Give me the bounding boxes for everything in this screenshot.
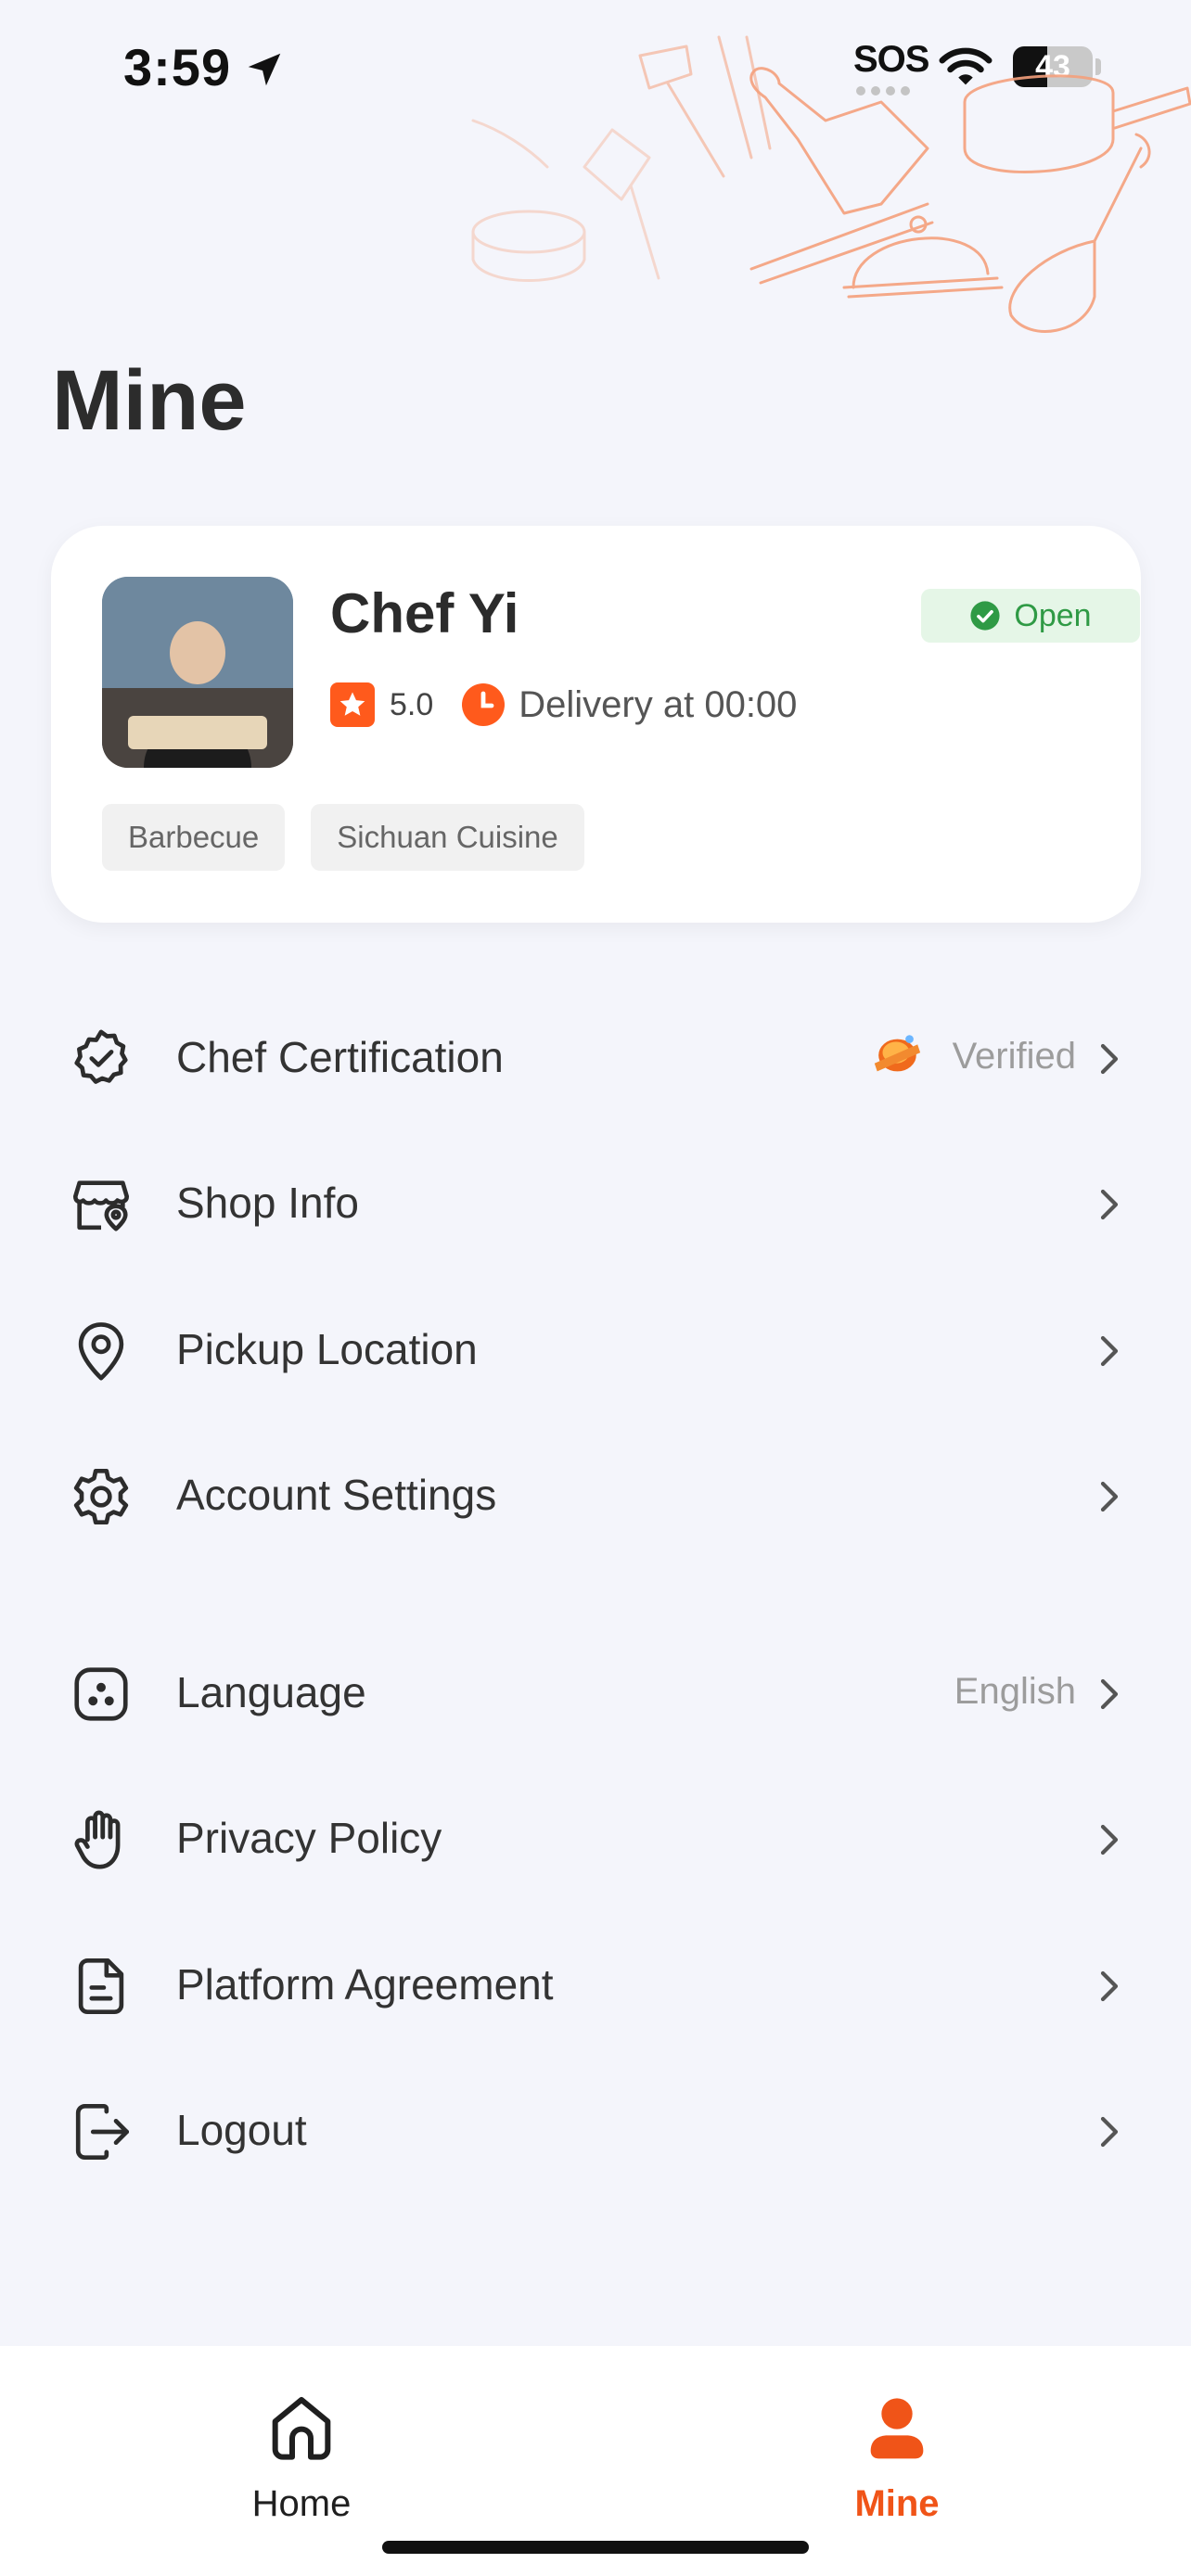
menu-label: Privacy Policy — [176, 1814, 442, 1862]
menu-item-shop-info[interactable]: Shop Info — [0, 1144, 1191, 1265]
menu-item-chef-certification[interactable]: Chef Certification Verified — [0, 999, 1191, 1119]
page-title: Mine — [52, 353, 247, 448]
menu-item-logout[interactable]: Logout — [0, 2072, 1191, 2192]
clock-icon — [462, 683, 506, 726]
menu-label: Pickup Location — [176, 1325, 478, 1373]
chevron-right-icon — [1100, 1970, 1119, 2002]
menu-label: Platform Agreement — [176, 1960, 554, 2009]
tab-mine[interactable]: Mine — [786, 2346, 1008, 2531]
status-time: 3:59 — [123, 38, 232, 96]
avatar[interactable] — [102, 577, 293, 768]
menu-item-privacy-policy[interactable]: Privacy Policy — [0, 1779, 1191, 1900]
chevron-right-icon — [1100, 1189, 1119, 1220]
menu-label: Language — [176, 1668, 366, 1716]
menu-label: Logout — [176, 2106, 307, 2154]
tab-label: Mine — [854, 2483, 940, 2524]
home-icon — [272, 2397, 331, 2460]
document-icon — [78, 1958, 124, 2015]
certificate-badge-icon — [74, 1029, 128, 1084]
home-indicator — [382, 2541, 809, 2554]
chef-profile-card[interactable]: Chef Yi Open 5.0 Delivery at 00:00 Barbe… — [51, 526, 1141, 923]
chevron-right-icon — [1100, 2116, 1119, 2148]
star-icon — [330, 682, 375, 727]
status-text: Open — [1014, 597, 1092, 633]
location-pin-icon — [78, 1322, 124, 1381]
menu-label: Account Settings — [176, 1471, 497, 1519]
menu-item-platform-agreement[interactable]: Platform Agreement — [0, 1926, 1191, 2047]
language-icon — [74, 1667, 128, 1721]
kitchen-illustration — [471, 35, 1191, 333]
chevron-right-icon — [1100, 1335, 1119, 1367]
menu-item-account-settings[interactable]: Account Settings — [0, 1436, 1191, 1557]
location-arrow-icon — [248, 53, 281, 86]
chevron-right-icon — [1100, 1678, 1119, 1710]
chevron-right-icon — [1100, 1481, 1119, 1512]
language-value: English — [954, 1671, 1076, 1712]
cuisine-tags: Barbecue Sichuan Cuisine — [102, 804, 584, 871]
chef-photo — [102, 577, 293, 768]
user-icon — [870, 2398, 924, 2459]
cuisine-tag: Sichuan Cuisine — [311, 804, 584, 871]
menu-item-pickup-location[interactable]: Pickup Location — [0, 1291, 1191, 1411]
chevron-right-icon — [1100, 1824, 1119, 1855]
check-circle-icon — [970, 601, 1000, 631]
hand-icon — [74, 1810, 121, 1869]
status-badge: Open — [921, 589, 1140, 643]
delivery-time: Delivery at 00:00 — [519, 683, 798, 725]
menu-item-language[interactable]: Language English — [0, 1634, 1191, 1754]
chevron-right-icon — [1100, 1043, 1119, 1075]
logout-icon — [75, 2103, 130, 2161]
shop-icon — [72, 1180, 130, 1231]
chef-name: Chef Yi — [330, 582, 519, 644]
rating-value: 5.0 — [390, 686, 434, 722]
gear-icon — [73, 1468, 129, 1525]
cuisine-tag: Barbecue — [102, 804, 286, 871]
verified-medal-icon — [874, 1035, 921, 1072]
menu-label: Shop Info — [176, 1179, 359, 1227]
tab-label: Home — [251, 2483, 352, 2524]
certification-status: Verified — [952, 1036, 1076, 1077]
tab-home[interactable]: Home — [190, 2346, 413, 2531]
rating-row: 5.0 Delivery at 00:00 — [330, 682, 797, 728]
menu-label: Chef Certification — [176, 1033, 504, 1081]
